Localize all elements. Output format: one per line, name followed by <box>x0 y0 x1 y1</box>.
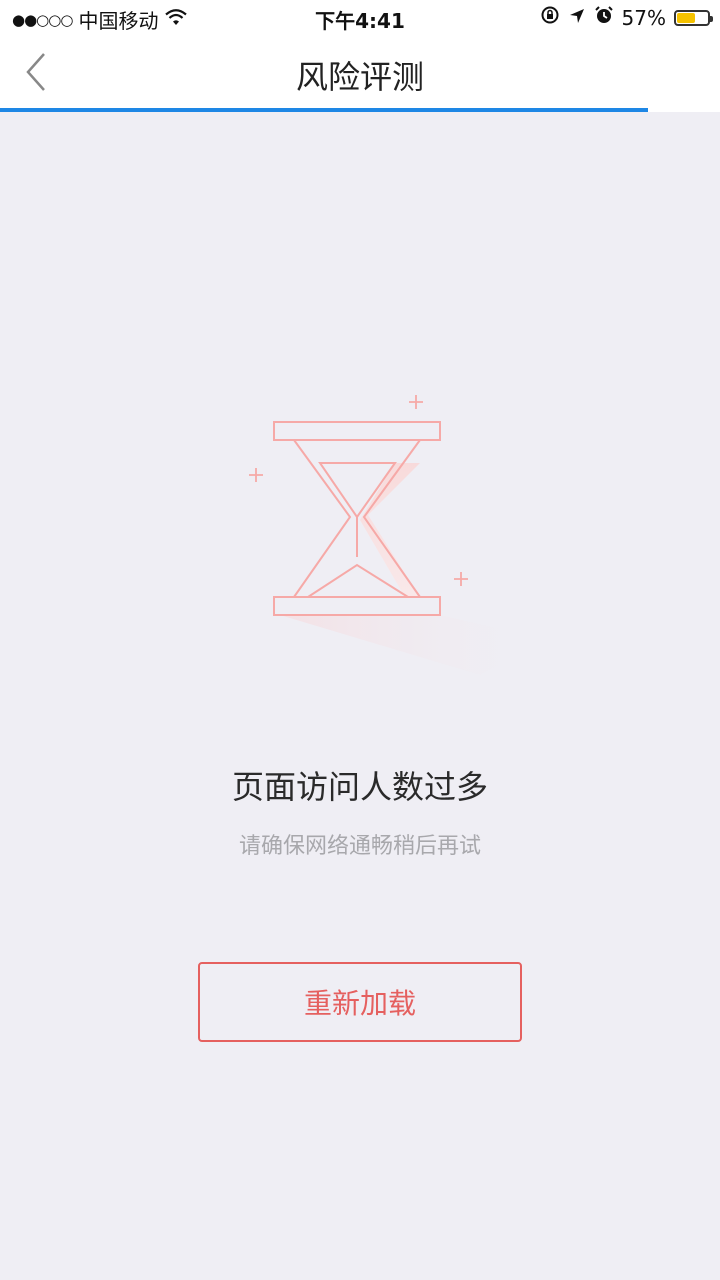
status-right: 57% <box>540 5 713 30</box>
error-subtitle: 请确保网络通畅稍后再试 <box>238 834 481 859</box>
page-title: 风险评测 <box>295 58 424 96</box>
error-title: 页面访问人数过多 <box>231 768 488 806</box>
hourglass-icon <box>240 385 570 685</box>
alarm-icon <box>594 5 614 30</box>
status-bar: ●●○○○ 中国移动 下午4:41 57% <box>0 0 720 36</box>
battery-fill <box>677 12 696 23</box>
battery-icon <box>674 9 713 26</box>
battery-percent: 57% <box>621 5 666 30</box>
navigation-bar: 风险评测 <box>0 36 720 108</box>
page-load-progress <box>0 108 720 112</box>
rotation-lock-icon <box>540 5 560 30</box>
page-load-progress-fill <box>0 108 648 112</box>
reload-button[interactable]: 重新加载 <box>198 962 522 1042</box>
location-arrow-icon <box>568 6 586 30</box>
battery-cap <box>710 15 713 22</box>
